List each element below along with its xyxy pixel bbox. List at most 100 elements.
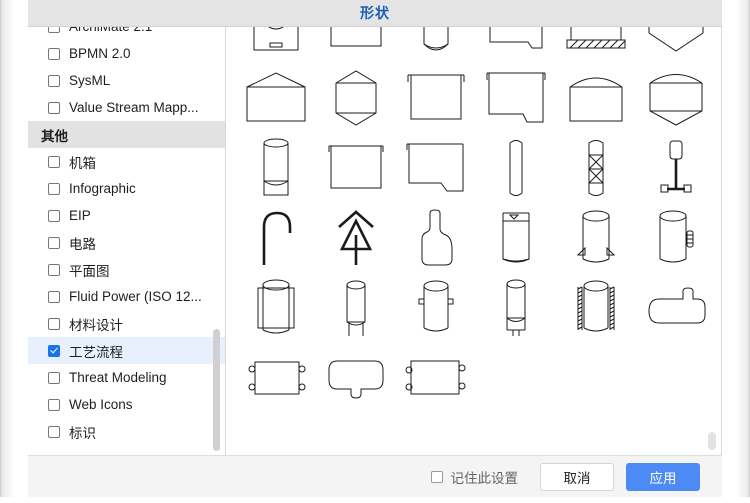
window-right-edge xyxy=(722,0,750,503)
sidebar-item-label: 平面图 xyxy=(69,263,110,279)
shape-insulated-vessel[interactable] xyxy=(556,273,636,343)
checkbox-icon[interactable] xyxy=(48,27,60,33)
sidebar-item-material-design[interactable]: 材料设计 xyxy=(28,310,225,337)
checkbox-icon[interactable] xyxy=(48,155,60,168)
shape-tank-notched-bottom[interactable] xyxy=(476,27,556,63)
dialog-title: 形状 xyxy=(360,5,390,21)
cancel-button[interactable]: 取消 xyxy=(540,462,614,491)
sidebar-item-label: 材料设计 xyxy=(69,317,123,333)
window-left-edge xyxy=(0,0,28,503)
sidebar-item-label: SysML xyxy=(69,73,111,88)
shape-vessel-dished-bottom-with-support[interactable] xyxy=(236,27,316,63)
sidebar-item-archimate[interactable]: ArchiMate 2.1 xyxy=(28,27,225,40)
shape-tank-hatched-base[interactable] xyxy=(556,27,636,63)
checkbox-icon[interactable] xyxy=(430,470,443,483)
checkbox-icon[interactable] xyxy=(48,74,60,87)
dialog-body: ArchiMate 2.1 BPMN 2.0 SysML Value Strea… xyxy=(28,27,722,455)
shape-vertical-cylinder-tank[interactable] xyxy=(236,133,316,203)
shape-tank-cone-bottom[interactable] xyxy=(636,27,716,63)
sidebar-item-label: 工艺流程 xyxy=(69,344,123,360)
shape-tank-dome-roof-cone-bottom[interactable] xyxy=(636,63,716,133)
sidebar-item-floorplan[interactable]: 平面图 xyxy=(28,256,225,283)
shape-heat-exchanger-box[interactable] xyxy=(236,343,316,413)
sidebar-scrollbar-thumb[interactable] xyxy=(213,329,220,451)
sidebar-item-circuit[interactable]: 电路 xyxy=(28,229,225,256)
sidebar-item-label: Threat Modeling xyxy=(69,370,167,385)
sidebar-item-eip[interactable]: EIP xyxy=(28,202,225,229)
shape-grid-row xyxy=(236,203,716,273)
shape-open-tank-stepped-bottom[interactable] xyxy=(396,133,476,203)
sidebar-item-fluid-power[interactable]: Fluid Power (ISO 12... xyxy=(28,283,225,310)
checkbox-icon[interactable] xyxy=(48,47,60,60)
sidebar-item-label: 标识 xyxy=(69,425,96,441)
shape-tank-dome-roof[interactable] xyxy=(556,63,636,133)
shape-goose-neck-vent[interactable] xyxy=(236,203,316,273)
sidebar-item-process-flow[interactable]: 工艺流程 xyxy=(28,337,225,364)
checkbox-icon[interactable] xyxy=(48,236,60,249)
sidebar-item-label: Value Stream Mapp... xyxy=(69,100,199,115)
sidebar-item-chassis[interactable]: 机箱 xyxy=(28,148,225,175)
sidebar-item-sysml[interactable]: SysML xyxy=(28,67,225,94)
sidebar-item-label: 电路 xyxy=(69,236,96,252)
checkbox-icon[interactable] xyxy=(48,398,60,411)
shape-cylinder-rounded-bottom[interactable] xyxy=(396,27,476,63)
shape-grid-row xyxy=(236,343,716,413)
sidebar-item-threat-modeling[interactable]: Threat Modeling xyxy=(28,364,225,391)
shape-jacketed-vessel[interactable] xyxy=(236,273,316,343)
sidebar-item-value-stream-mapping[interactable]: Value Stream Mapp... xyxy=(28,94,225,121)
shape-tank-peaked-roof[interactable] xyxy=(236,63,316,133)
checkbox-icon[interactable] xyxy=(48,263,60,276)
window-bottom-edge xyxy=(0,497,750,503)
shape-packed-column-with-trays[interactable] xyxy=(556,133,636,203)
shape-horizontal-tank-with-nozzle[interactable] xyxy=(636,273,716,343)
shape-tank-with-side-instrument[interactable] xyxy=(636,203,716,273)
checkbox-icon[interactable] xyxy=(48,182,60,195)
shape-tank-with-legs-saddle[interactable] xyxy=(556,203,636,273)
sidebar-item-label: EIP xyxy=(69,208,91,223)
shape-vessel-with-nozzles[interactable] xyxy=(396,273,476,343)
shape-panel-scrollbar-thumb[interactable] xyxy=(708,432,716,450)
sidebar-item-label: ArchiMate 2.1 xyxy=(69,27,152,34)
sidebar-item-label: BPMN 2.0 xyxy=(69,46,131,61)
shape-slim-column[interactable] xyxy=(476,133,556,203)
remember-setting-option[interactable]: 记住此设置 xyxy=(430,467,518,487)
shape-grid-row xyxy=(236,273,716,343)
dialog-footer: 记住此设置 取消 应用 xyxy=(28,455,722,497)
sidebar-item-infographic[interactable]: Infographic xyxy=(28,175,225,202)
shapes-dialog: 形状 ArchiMate 2.1 BPMN 2.0 SysML xyxy=(0,0,750,503)
checkbox-icon[interactable] xyxy=(48,101,60,114)
shape-library-sidebar[interactable]: ArchiMate 2.1 BPMN 2.0 SysML Value Strea… xyxy=(28,27,226,455)
checkbox-icon[interactable] xyxy=(48,317,60,330)
shape-vessel-with-bottom-outlet[interactable] xyxy=(476,273,556,343)
shape-vessel-with-bottom-sump[interactable] xyxy=(316,343,396,413)
shape-vessel-on-stand[interactable] xyxy=(636,133,716,203)
shape-open-top-tank-with-lip[interactable] xyxy=(316,133,396,203)
sidebar-item-label: Fluid Power (ISO 12... xyxy=(69,289,202,304)
sidebar-item-signage[interactable]: 标识 xyxy=(28,418,225,445)
shape-preview-panel[interactable] xyxy=(226,27,722,455)
sidebar-group-header-other: 其他 xyxy=(28,121,225,148)
checkbox-icon[interactable] xyxy=(48,371,60,384)
checkbox-checked-icon[interactable] xyxy=(48,344,60,357)
shape-open-tank-with-rim[interactable] xyxy=(396,63,476,133)
shape-grid-row xyxy=(236,133,716,203)
checkbox-icon[interactable] xyxy=(48,290,60,303)
shape-vessel-with-support-legs[interactable] xyxy=(316,273,396,343)
shape-heat-exchanger-box-alt[interactable] xyxy=(396,343,476,413)
shape-grid-row xyxy=(236,63,716,133)
sidebar-item-label: Web Icons xyxy=(69,397,133,412)
checkbox-icon[interactable] xyxy=(48,425,60,438)
shape-vessel-cone-top-cone-bottom[interactable] xyxy=(316,63,396,133)
sidebar-item-web-icons[interactable]: Web Icons xyxy=(28,391,225,418)
sidebar-scrollbar[interactable] xyxy=(213,27,223,455)
sidebar-group-label: 其他 xyxy=(41,128,68,144)
shape-tank-with-liquid-level[interactable] xyxy=(476,203,556,273)
apply-button[interactable]: 应用 xyxy=(626,462,700,491)
shape-flare-stack-arrow[interactable] xyxy=(316,203,396,273)
shape-tank-stepped-bottom[interactable] xyxy=(476,63,556,133)
shape-open-tank-rectangular[interactable] xyxy=(316,27,396,63)
shape-pear-shaped-vessel[interactable] xyxy=(396,203,476,273)
sidebar-item-bpmn[interactable]: BPMN 2.0 xyxy=(28,40,225,67)
shape-panel-right-border xyxy=(721,27,722,455)
checkbox-icon[interactable] xyxy=(48,209,60,222)
